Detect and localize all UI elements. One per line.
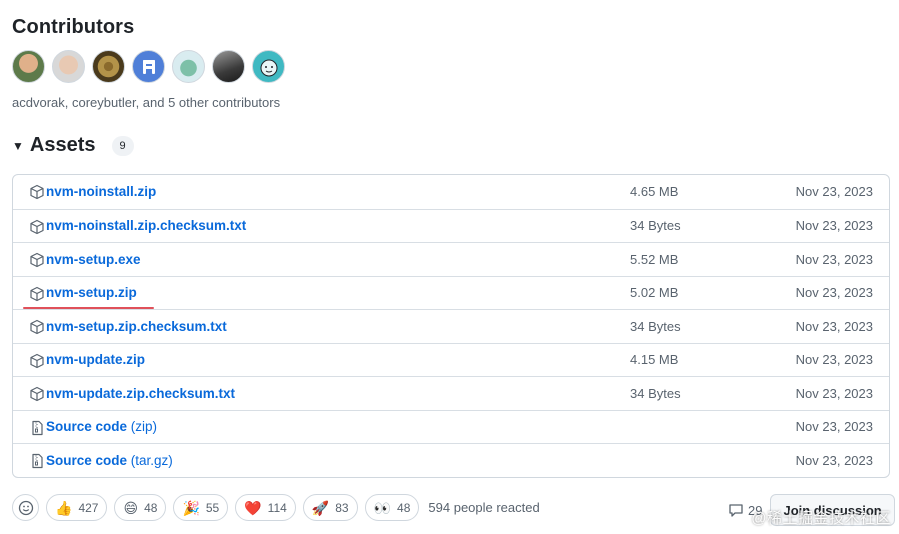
asset-row: nvm-noinstall.zip.checksum.txt 34 Bytes No… — [13, 208, 889, 243]
assets-title: Assets — [29, 134, 96, 156]
asset-date: Nov 23, 2023 — [795, 452, 873, 468]
asset-row: nvm-setup.zip.checksum.txt 34 Bytes Nov 23… — [13, 309, 889, 343]
asset-size: 34 Bytes — [630, 318, 681, 334]
asset-size: 34 Bytes — [630, 218, 681, 234]
comment-icon — [729, 504, 743, 517]
avatar[interactable] — [52, 50, 85, 83]
asset-name: nvm-update.zip.checksum.txt — [46, 385, 236, 401]
reaction-heart-button[interactable]: ❤️ 114 — [235, 494, 296, 521]
asset-row: nvm-setup.zip 5.02 MB Nov 23, 2023 — [13, 275, 889, 310]
asset-date: Nov 23, 2023 — [795, 352, 873, 368]
asset-name: nvm-update.zip — [46, 352, 146, 368]
asset-link[interactable]: nvm-setup.zip.checksum.txt — [46, 319, 227, 334]
add-reaction-button[interactable] — [12, 494, 39, 521]
asset-row: Source code (zip) Nov 23, 2023 — [13, 409, 889, 444]
asset-link[interactable]: Source code (tar.gz) — [46, 453, 173, 468]
asset-row: nvm-update.zip 4.15 MB Nov 23, 2023 — [13, 342, 889, 377]
thumbs-up-icon: 👍 — [55, 499, 73, 516]
reaction-count: 114 — [267, 500, 287, 515]
asset-name: nvm-setup.zip.checksum.txt — [46, 318, 227, 334]
assets-list: nvm-noinstall.zip 4.65 MB Nov 23, 2023 nvm-… — [12, 174, 890, 478]
asset-row: nvm-setup.exe 5.52 MB Nov 23, 2023 — [13, 242, 889, 276]
asset-name: nvm-noinstall.zip — [46, 184, 157, 200]
asset-size: 5.52 MB — [630, 251, 679, 267]
reaction-count: 48 — [144, 500, 158, 515]
reaction-count: 48 — [397, 500, 411, 515]
avatar[interactable] — [212, 50, 245, 83]
asset-link[interactable]: nvm-noinstall.zip.checksum.txt — [46, 218, 246, 233]
reaction-eyes-button[interactable]: 👀 48 — [364, 494, 420, 521]
asset-name-suffix: (tar.gz) — [127, 452, 173, 468]
avatar[interactable] — [132, 50, 165, 83]
reaction-rocket-button[interactable]: 🚀 83 — [302, 494, 358, 521]
reaction-count: 55 — [205, 500, 220, 515]
asset-row: Source code (tar.gz) Nov 23, 2023 — [13, 443, 889, 477]
asset-size: 4.15 MB — [630, 352, 679, 368]
reaction-count: 83 — [335, 500, 349, 515]
asset-name: nvm-setup.exe — [46, 251, 141, 267]
asset-row: nvm-update.zip.checksum.txt 34 Bytes Nov 2… — [13, 376, 889, 410]
asset-link[interactable]: nvm-setup.exe — [46, 252, 141, 267]
watermark: @稀土掘金技术社区 — [751, 510, 891, 527]
smiley-icon — [18, 500, 33, 515]
asset-date: Nov 23, 2023 — [795, 251, 873, 267]
avatar-logo-icon — [142, 59, 155, 74]
assets-toggle[interactable]: ▼ Assets 9 — [12, 134, 134, 157]
reactions-bar: 👍 427 😄 48 🎉 55 ❤️ 114 🚀 83 👀 48 594 people reacted — [12, 494, 540, 521]
laugh-icon: 😄 — [123, 499, 139, 516]
reactions-summary: 594 people reacted — [428, 500, 540, 515]
asset-size: 4.65 MB — [630, 184, 679, 200]
avatar[interactable] — [92, 50, 125, 83]
contributors-title: Contributors — [12, 16, 135, 38]
asset-name-suffix: (zip) — [127, 419, 158, 435]
asset-date: Nov 23, 2023 — [795, 218, 873, 234]
asset-link[interactable]: nvm-update.zip — [46, 352, 145, 367]
heart-icon: ❤️ — [244, 499, 262, 516]
reaction-thumbs-up-button[interactable]: 👍 427 — [46, 494, 108, 521]
caret-down-icon: ▼ — [12, 138, 24, 153]
asset-name: nvm-setup.zip — [46, 285, 137, 301]
rocket-icon: 🚀 — [311, 499, 330, 516]
avatar[interactable] — [252, 50, 285, 83]
asset-date: Nov 23, 2023 — [795, 385, 873, 401]
avatar-face-icon — [260, 59, 277, 76]
contributor-avatars — [12, 50, 285, 83]
avatar[interactable] — [12, 50, 45, 83]
asset-link[interactable]: nvm-noinstall.zip — [46, 184, 156, 199]
asset-size: 5.02 MB — [630, 285, 679, 301]
asset-name: nvm-noinstall.zip.checksum.txt — [46, 218, 247, 234]
asset-row: nvm-noinstall.zip 4.65 MB Nov 23, 2023 — [13, 175, 889, 209]
eyes-icon: 👀 — [373, 499, 392, 516]
asset-date: Nov 23, 2023 — [795, 184, 873, 200]
asset-link[interactable]: Source code (zip) — [46, 419, 157, 434]
reaction-laugh-button[interactable]: 😄 48 — [114, 494, 167, 521]
asset-name: Source code — [46, 419, 128, 435]
avatar[interactable] — [172, 50, 205, 83]
asset-date: Nov 23, 2023 — [795, 318, 873, 334]
asset-name: Source code — [46, 452, 128, 468]
reaction-hooray-button[interactable]: 🎉 55 — [173, 494, 229, 521]
asset-link[interactable]: nvm-update.zip.checksum.txt — [46, 386, 235, 401]
reaction-count: 427 — [78, 500, 99, 515]
asset-date: Nov 23, 2023 — [795, 419, 873, 435]
hooray-icon: 🎉 — [182, 499, 200, 516]
assets-count-badge: 9 — [111, 135, 134, 156]
asset-link[interactable]: nvm-setup.zip — [46, 285, 137, 300]
asset-date: Nov 23, 2023 — [795, 285, 873, 301]
contributors-summary: acdvorak, coreybutler, and 5 other contr… — [12, 95, 281, 110]
asset-size: 34 Bytes — [630, 385, 681, 401]
